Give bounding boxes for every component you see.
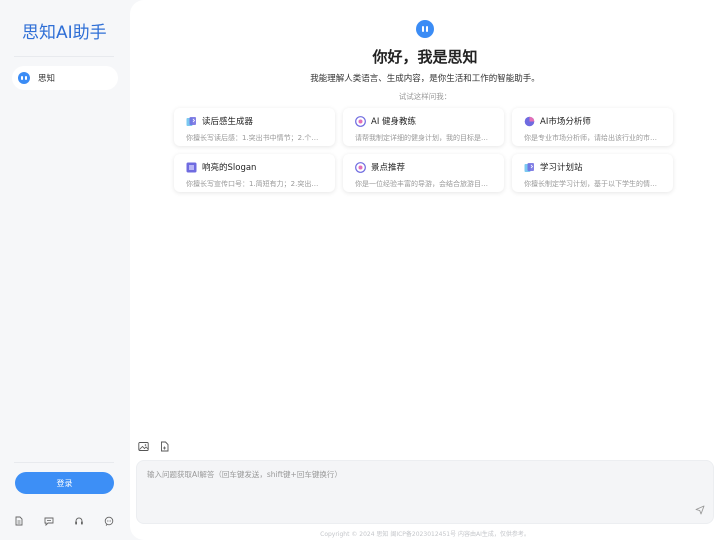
- card-title: AI 健身教练: [371, 117, 417, 127]
- brand-title: 思知AI助手: [22, 23, 107, 43]
- sidebar-bottom-icons: [14, 516, 114, 526]
- chat-icon[interactable]: [44, 516, 54, 526]
- card-description: 你擅长制定学习计划，基于以下学生的情况...: [524, 180, 663, 188]
- login-button[interactable]: 登录: [15, 472, 114, 494]
- divider: [14, 462, 114, 463]
- card-description: 你是一位经验丰富的导游，会结合旅游目的...: [355, 180, 494, 188]
- card-title: 景点推荐: [371, 163, 406, 173]
- card-description: 你擅长写读后感：1.突出书中情节；2.个人...: [186, 134, 325, 142]
- headset-icon[interactable]: [74, 516, 84, 526]
- image-upload-icon[interactable]: [138, 441, 149, 452]
- fitness-icon: [355, 115, 366, 127]
- welcome-subtitle: 我能理解人类语言、生成内容，是你生活和工作的智能助手。: [310, 74, 540, 84]
- footer-copyright: Copyright © 2024 思知 闽ICP备2023012451号 内容由…: [320, 531, 530, 538]
- slogan-icon: [186, 162, 197, 172]
- suggestion-hint: 试试这样问我：: [398, 92, 452, 101]
- question-input-box[interactable]: [136, 460, 714, 524]
- suggestion-card[interactable]: 景点推荐 你是一位经验丰富的导游，会结合旅游目的...: [343, 154, 504, 192]
- card-title: 响亮的Slogan: [202, 163, 257, 173]
- card-description: 请帮我制定详细的健身计划，我的目标是：...: [355, 134, 494, 142]
- study-icon: [524, 162, 534, 172]
- map-icon: [355, 161, 366, 173]
- card-description: 你是专业市场分析师，请给出该行业的市场...: [524, 134, 663, 142]
- sidebar: 思知AI助手 思知 登录: [0, 0, 128, 540]
- suggestion-card[interactable]: 学习计划站 你擅长制定学习计划，基于以下学生的情况...: [512, 154, 673, 192]
- chat-item-sizhi[interactable]: 思知: [12, 66, 118, 90]
- suggestion-cards: 读后感生成器 你擅长写读后感：1.突出书中情节；2.个人... AI 健身教练 …: [174, 108, 674, 192]
- card-title: 读后感生成器: [202, 117, 254, 127]
- chat-item-label: 思知: [38, 74, 56, 84]
- card-title: 学习计划站: [540, 163, 583, 173]
- suggestion-card[interactable]: 响亮的Slogan 你擅长写宣传口号：1.简短有力；2.突出亮...: [174, 154, 335, 192]
- book-icon: [186, 116, 196, 126]
- message-icon[interactable]: [104, 516, 114, 526]
- card-description: 你擅长写宣传口号：1.简短有力；2.突出亮...: [186, 180, 325, 188]
- document-icon[interactable]: [14, 516, 24, 526]
- file-upload-icon[interactable]: [159, 441, 170, 452]
- chart-icon: [524, 116, 535, 126]
- suggestion-card[interactable]: AI 健身教练 请帮我制定详细的健身计划，我的目标是：...: [343, 108, 504, 146]
- divider: [14, 56, 114, 57]
- welcome-title: 你好，我是思知: [372, 48, 478, 66]
- suggestion-card[interactable]: AI市场分析师 你是专业市场分析师，请给出该行业的市场...: [512, 108, 673, 146]
- bot-icon: [18, 72, 30, 84]
- input-toolbar: [138, 441, 170, 452]
- main-panel: 你好，我是思知 我能理解人类语言、生成内容，是你生活和工作的智能助手。 试试这样…: [130, 0, 720, 540]
- question-input[interactable]: [137, 461, 713, 523]
- bot-avatar-icon: [416, 20, 434, 38]
- send-icon[interactable]: [695, 505, 705, 515]
- suggestion-card[interactable]: 读后感生成器 你擅长写读后感：1.突出书中情节；2.个人...: [174, 108, 335, 146]
- card-title: AI市场分析师: [540, 117, 591, 127]
